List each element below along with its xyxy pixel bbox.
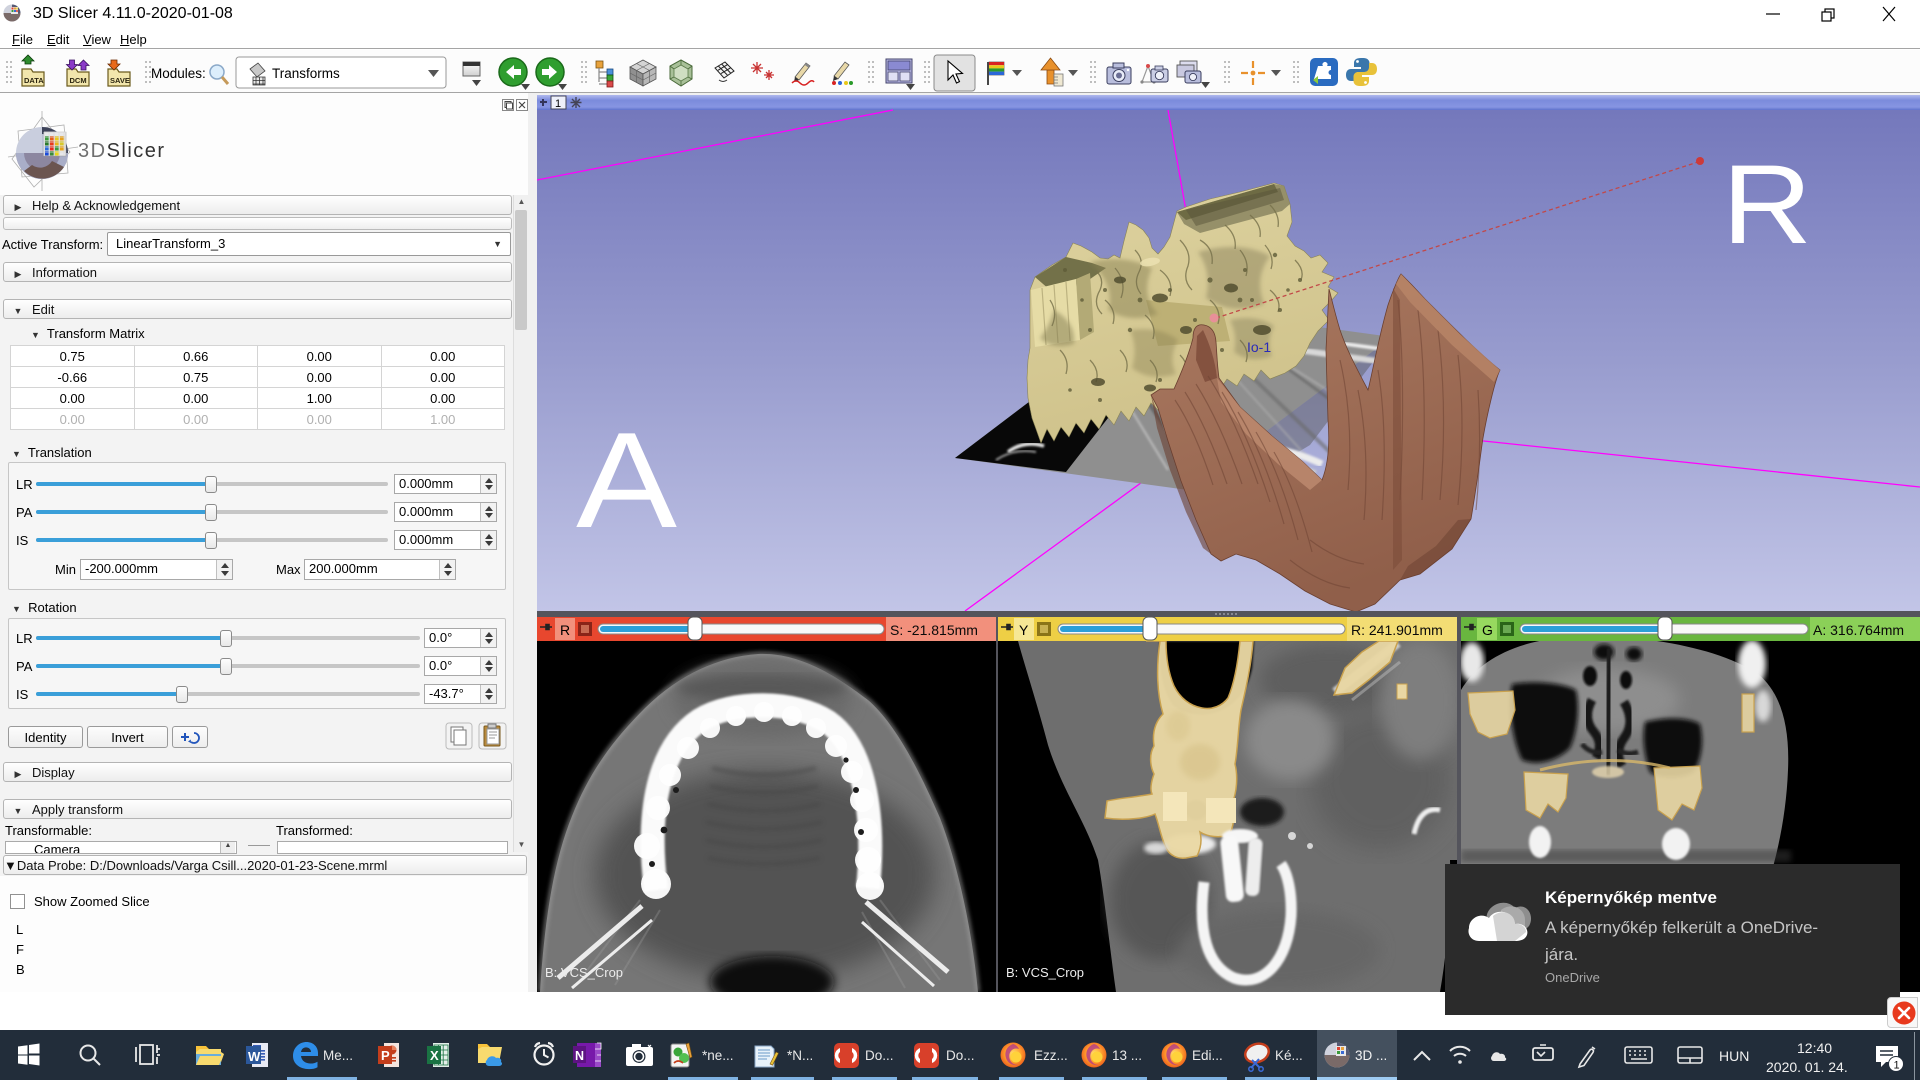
- svg-text:Ké...: Ké...: [1275, 1048, 1303, 1063]
- svg-text:R: 241.901mm: R: 241.901mm: [1351, 622, 1443, 638]
- svg-text:*N...: *N...: [787, 1048, 813, 1063]
- svg-text:R: R: [560, 622, 570, 638]
- svg-text:A: 316.764mm: A: 316.764mm: [1813, 622, 1904, 638]
- svg-text:Modules:: Modules:: [151, 66, 206, 81]
- svg-text:X: X: [430, 1048, 439, 1063]
- svg-text:Me...: Me...: [323, 1048, 353, 1063]
- svg-text:Y: Y: [1019, 622, 1029, 638]
- svg-text:1: 1: [555, 98, 561, 110]
- svg-text:Io-1: Io-1: [1247, 339, 1271, 355]
- svg-text:12:40: 12:40: [1797, 1040, 1832, 1056]
- svg-text:1: 1: [1894, 1060, 1900, 1072]
- svg-text:P: P: [381, 1048, 390, 1063]
- svg-text:Transforms: Transforms: [272, 66, 340, 81]
- svg-text:N: N: [575, 1049, 584, 1063]
- svg-text:2020. 01. 24.: 2020. 01. 24.: [1766, 1059, 1848, 1075]
- svg-text:13 ...: 13 ...: [1112, 1048, 1142, 1063]
- svg-text:R: R: [1722, 142, 1812, 267]
- svg-text:HUN: HUN: [1719, 1048, 1749, 1064]
- svg-text:Do...: Do...: [865, 1048, 894, 1063]
- svg-text:W: W: [248, 1049, 261, 1064]
- svg-text:A: A: [576, 404, 677, 556]
- svg-text:Do...: Do...: [946, 1048, 975, 1063]
- svg-text:B: VCS_Crop: B: VCS_Crop: [545, 965, 623, 980]
- svg-text:DCM: DCM: [70, 76, 87, 85]
- svg-text:*ne...: *ne...: [702, 1048, 734, 1063]
- svg-text:S: -21.815mm: S: -21.815mm: [890, 622, 978, 638]
- svg-text:B: VCS_Crop: B: VCS_Crop: [1006, 965, 1084, 980]
- svg-text:Edi...: Edi...: [1192, 1048, 1223, 1063]
- svg-text:SAVE: SAVE: [110, 76, 130, 85]
- svg-text:Ezz...: Ezz...: [1034, 1048, 1068, 1063]
- svg-text:DATA: DATA: [24, 76, 44, 85]
- svg-text:G: G: [1482, 622, 1493, 638]
- svg-text:3D ...: 3D ...: [1355, 1048, 1387, 1063]
